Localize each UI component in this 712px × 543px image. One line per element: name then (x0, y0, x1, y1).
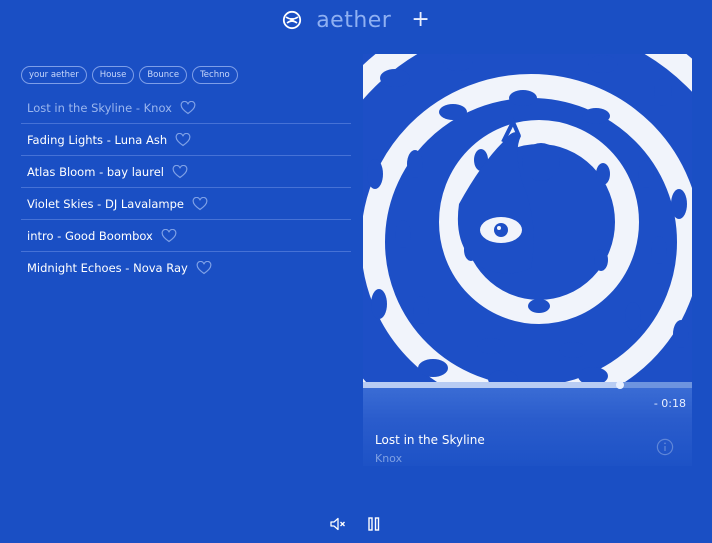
playback-controls (0, 512, 712, 536)
playback-area: - 0:18 Lost in the Skyline Knox (363, 381, 692, 466)
list-item[interactable]: Violet Skies - DJ Lavalampe (21, 188, 351, 220)
heart-outline-icon[interactable] (161, 228, 177, 243)
track-label: Violet Skies - DJ Lavalampe (27, 196, 184, 211)
app-title: aether (316, 7, 392, 33)
top-bar: aether + (0, 0, 712, 40)
progress-handle[interactable] (615, 381, 624, 389)
progress-bar[interactable] (363, 381, 692, 389)
aether-logo-icon[interactable] (282, 10, 302, 30)
track-label: Atlas Bloom - bay laurel (27, 164, 164, 179)
heart-outline-icon[interactable] (172, 164, 188, 179)
heart-outline-icon[interactable] (192, 196, 208, 211)
track-label: Midnight Echoes - Nova Ray (27, 260, 188, 275)
tag-house[interactable]: House (91, 66, 135, 84)
list-item[interactable]: Lost in the Skyline - Knox (21, 92, 351, 124)
add-button[interactable]: + (411, 9, 429, 31)
track-label: Fading Lights - Luna Ash (27, 132, 168, 147)
volume-mute-icon[interactable] (329, 515, 347, 533)
tag-your-aether[interactable]: your aether (21, 66, 87, 84)
now-playing-card: - 0:18 Lost in the Skyline Knox (363, 54, 692, 466)
track-label: intro - Good Boombox (27, 228, 153, 243)
track-list: Lost in the Skyline - Knox Fading Lights… (21, 92, 351, 283)
song-artist: Knox (375, 452, 403, 465)
progress-fill (363, 382, 620, 388)
heart-outline-icon[interactable] (180, 100, 196, 115)
list-item[interactable]: Atlas Bloom - bay laurel (21, 156, 351, 188)
list-item[interactable]: Midnight Echoes - Nova Ray (21, 252, 351, 283)
time-remaining: - 0:18 (653, 397, 686, 410)
pause-icon[interactable] (365, 515, 383, 533)
genre-tags: your aether House Bounce Techno (21, 66, 238, 84)
info-icon[interactable] (656, 438, 674, 456)
tag-techno[interactable]: Techno (192, 66, 238, 84)
heart-outline-icon[interactable] (196, 260, 212, 275)
song-title: Lost in the Skyline (375, 433, 485, 447)
tag-bounce[interactable]: Bounce (139, 66, 188, 84)
list-item[interactable]: intro - Good Boombox (21, 220, 351, 252)
album-artwork (363, 54, 692, 384)
heart-outline-icon[interactable] (175, 132, 191, 147)
list-item[interactable]: Fading Lights - Luna Ash (21, 124, 351, 156)
track-label: Lost in the Skyline - Knox (27, 100, 172, 115)
